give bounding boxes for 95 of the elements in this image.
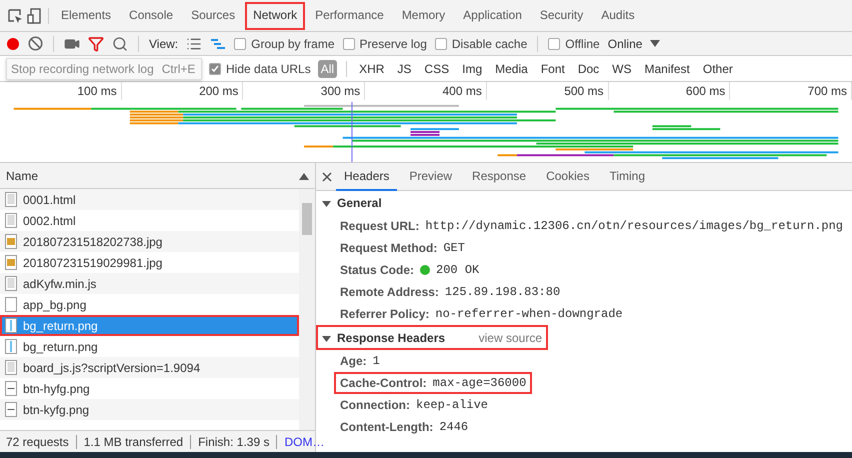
header-value: 125.89.198.83:80 (444, 285, 560, 299)
header-name: Referrer Policy: (340, 307, 430, 321)
panel-tab[interactable]: Performance (307, 2, 392, 30)
file-icon (5, 255, 17, 270)
filter-icon[interactable] (88, 36, 104, 52)
type-filter[interactable]: JS (394, 60, 414, 78)
type-filter[interactable]: Doc (574, 60, 602, 78)
header-name: Cache-Control: (340, 376, 427, 390)
sort-arrow-icon[interactable] (299, 172, 309, 180)
header-name: Remote Address: (340, 285, 439, 299)
time-tick-label: 100 ms (0, 82, 122, 100)
type-filter[interactable]: WS (609, 60, 635, 78)
search-icon[interactable] (112, 36, 128, 52)
file-icon (5, 213, 17, 228)
header-name: Request URL: (340, 219, 420, 233)
file-icon (5, 234, 17, 249)
time-tick-label: 600 ms (608, 82, 730, 100)
option-checkbox[interactable]: Disable cache (434, 36, 528, 50)
detail-tab[interactable]: Preview (401, 162, 460, 190)
column-header[interactable]: Name (6, 168, 38, 182)
type-filter[interactable]: Other (700, 60, 736, 78)
dropdown-arrow-icon[interactable] (650, 40, 660, 48)
request-row[interactable]: board_js.js?scriptVersion=1.9094 (0, 357, 299, 378)
header-value: no-referrer-when-downgrade (435, 307, 623, 321)
throttle-select[interactable]: Online (608, 36, 642, 50)
detail-tab[interactable]: Headers (336, 162, 398, 190)
panel-tab[interactable]: Elements (53, 2, 120, 30)
disclosure-triangle-icon[interactable] (322, 198, 331, 208)
type-filter[interactable]: Font (538, 60, 568, 78)
waterfall-view-icon[interactable] (210, 38, 226, 50)
detail-tab[interactable]: Timing (601, 162, 654, 190)
status-text: 1.1 MB transferred (76, 434, 184, 448)
file-icon (5, 360, 17, 375)
panel-tab[interactable]: Security (532, 2, 592, 30)
time-tick-label: 400 ms (365, 82, 487, 100)
time-tick-label: 200 ms (122, 82, 244, 100)
section-title[interactable]: General (337, 196, 382, 210)
record-icon[interactable] (6, 36, 20, 50)
time-tick-label: 300 ms (243, 82, 366, 100)
file-icon (5, 297, 17, 312)
file-icon (5, 276, 17, 291)
header-value: max-age=36000 (432, 376, 526, 390)
file-icon (5, 339, 17, 354)
header-value: http://dynamic.12306.cn/otn/resources/images/bg_return.png (425, 219, 844, 233)
header-name: Age: (340, 354, 367, 368)
request-row[interactable]: btn-kyfg.png (0, 399, 299, 420)
status-text: 72 requests (6, 434, 69, 448)
check-icon (211, 64, 219, 72)
request-row[interactable]: adKyfw.min.js (0, 273, 299, 294)
view-label: View: (149, 36, 178, 50)
type-filter[interactable]: Manifest (642, 60, 693, 78)
status-text: Finish: 1.39 s (190, 434, 270, 448)
type-filter[interactable]: CSS (421, 60, 452, 78)
file-icon (5, 402, 17, 417)
dom-loaded-link[interactable]: DOM… (276, 434, 324, 448)
panel-tab[interactable]: Network (245, 2, 306, 30)
type-filter[interactable]: XHR (356, 60, 388, 78)
panel-tab[interactable]: Memory (394, 2, 454, 30)
file-icon (5, 318, 17, 333)
panel-tab[interactable]: Audits (593, 2, 643, 30)
header-value: 1 (372, 354, 380, 368)
panel-tab[interactable]: Console (121, 2, 182, 30)
header-value: GET (443, 241, 465, 255)
request-row[interactable]: 0001.html (0, 189, 299, 210)
header-value: 200 OK (436, 263, 480, 277)
type-filter[interactable]: Img (459, 60, 486, 78)
hide-data-urls-checkbox[interactable]: Hide data URLs (209, 62, 311, 76)
file-icon (5, 192, 17, 207)
request-row[interactable]: 201807231518202738.jpg (0, 231, 299, 252)
option-checkbox[interactable]: Preserve log (342, 36, 427, 50)
header-name: Status Code: (340, 263, 414, 277)
file-icon (5, 381, 17, 396)
detail-tab[interactable]: Response (464, 162, 534, 190)
section-title[interactable]: Response Headers (337, 331, 446, 345)
header-name: Content-Length: (340, 420, 434, 434)
view-source-link[interactable]: view source (478, 331, 542, 345)
type-filter[interactable]: Media (492, 60, 531, 78)
detail-tab[interactable]: Cookies (538, 162, 598, 190)
tooltip: Stop recording network log Ctrl+E (6, 58, 202, 80)
panel-tab[interactable]: Sources (183, 2, 244, 30)
header-name: Connection: (340, 398, 410, 412)
close-icon[interactable] (322, 172, 332, 182)
header-name: Request Method: (340, 241, 438, 255)
option-checkbox[interactable]: Offline (548, 36, 600, 50)
disclosure-triangle-icon[interactable] (322, 334, 331, 342)
time-tick-label: 500 ms (486, 82, 609, 100)
panel-tab[interactable]: Application (455, 2, 530, 30)
option-checkbox[interactable]: Group by frame (234, 36, 335, 50)
header-value: 2446 (439, 420, 468, 434)
list-view-icon[interactable] (186, 36, 202, 52)
scrollbar[interactable] (299, 189, 315, 430)
time-tick-label: 700 ms (730, 82, 852, 100)
header-value: keep-alive (416, 398, 488, 412)
clear-icon[interactable] (28, 36, 43, 51)
inspect-element-icon[interactable] (6, 6, 24, 24)
